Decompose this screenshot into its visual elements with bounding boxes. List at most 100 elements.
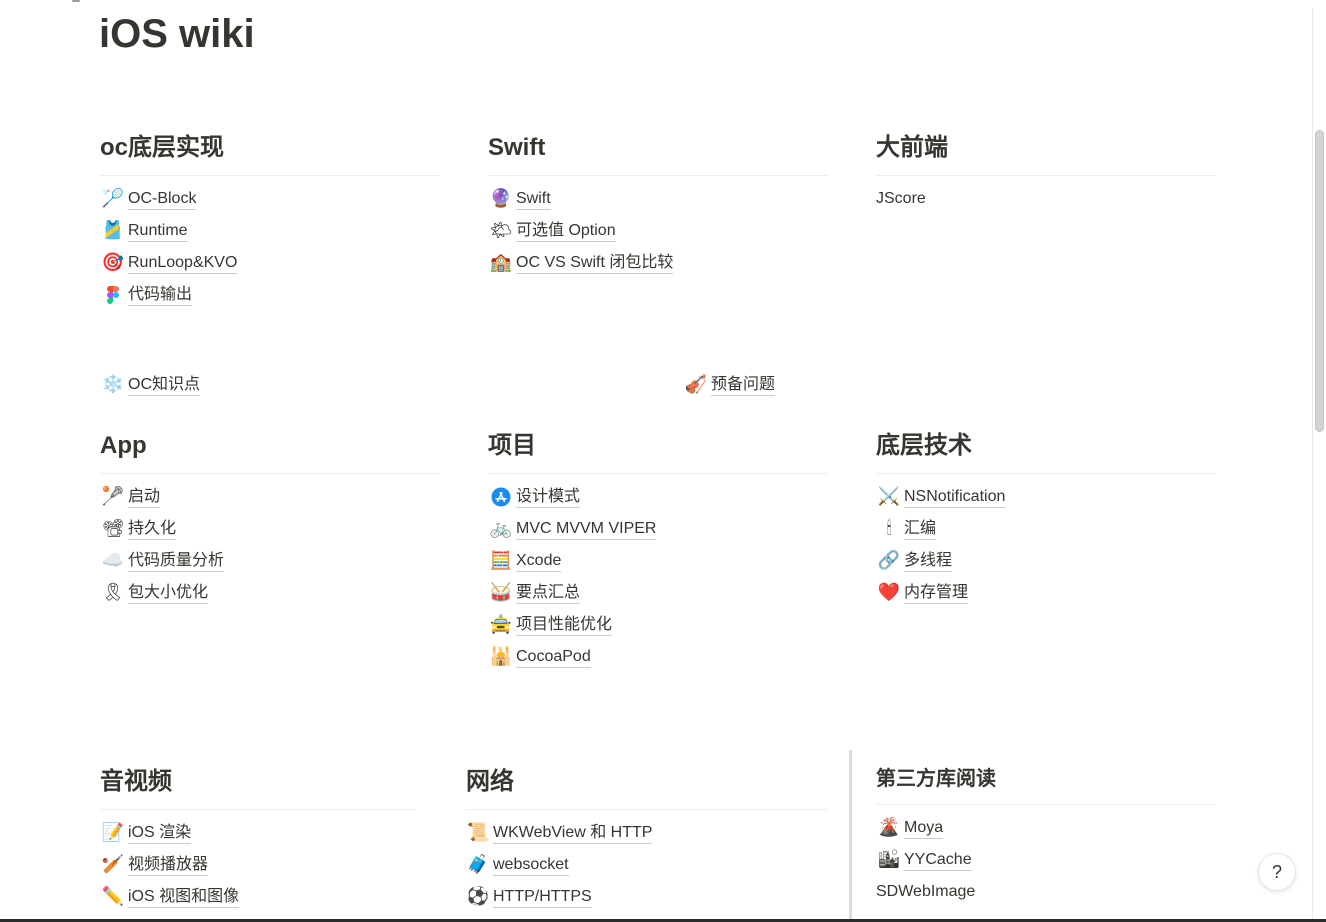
- page-link-cocoapod[interactable]: 🕌 CocoaPod: [488, 641, 591, 673]
- page-link-multithreading[interactable]: 🔗 多线程: [876, 545, 953, 577]
- page-link-assembly[interactable]: 🕯 汇编: [876, 513, 937, 545]
- page-link-mvc-mvvm-viper[interactable]: 🚲 MVC MVVM VIPER: [488, 513, 657, 545]
- section-heading-swift: Swift: [488, 134, 546, 161]
- figma-icon: [101, 283, 125, 307]
- page-link-label: OC知识点: [128, 375, 201, 396]
- luggage-icon: 🧳: [466, 854, 490, 875]
- page-link-launch[interactable]: 🥍 启动: [100, 481, 161, 513]
- app-store-icon: [489, 485, 513, 509]
- page-link-label: 设计模式: [516, 487, 581, 508]
- page-link-design-patterns[interactable]: 设计模式: [488, 481, 581, 513]
- page-link-label: HTTP/HTTPS: [493, 887, 592, 908]
- soccer-ball-icon: ⚽: [466, 886, 490, 907]
- section-heading-project: 项目: [488, 432, 536, 459]
- page-link-prep-questions[interactable]: 🎻 预备问题: [683, 369, 776, 401]
- page-link-websocket[interactable]: 🧳 websocket: [465, 849, 569, 881]
- page-link-xcode[interactable]: 🧮 Xcode: [488, 545, 562, 577]
- column-resize-handle[interactable]: [849, 750, 852, 919]
- section-divider: [466, 809, 828, 810]
- section-heading-network: 网络: [466, 768, 514, 795]
- section-heading-frontend: 大前端: [876, 134, 948, 161]
- page-link-label: Moya: [904, 818, 944, 839]
- page-link-package-size[interactable]: 🎗 包大小优化: [100, 577, 209, 609]
- page-link-label: 汇编: [904, 519, 937, 540]
- page-link-label: YYCache: [904, 850, 972, 871]
- page-link-oc-knowledge[interactable]: ❄️ OC知识点: [100, 369, 201, 401]
- page-link-http-https[interactable]: ⚽ HTTP/HTTPS: [465, 881, 592, 913]
- page-link-label: 内存管理: [904, 583, 969, 604]
- page-link-label: 项目性能优化: [516, 615, 613, 636]
- section-divider: [100, 175, 440, 176]
- page-link-label: 多线程: [904, 551, 953, 572]
- page-link-oc-block[interactable]: 🏸 OC-Block: [100, 183, 197, 215]
- page-link-runtime[interactable]: 🎽 Runtime: [100, 215, 188, 247]
- page-link-moya[interactable]: 🌋 Moya: [876, 812, 944, 844]
- help-button[interactable]: ?: [1258, 853, 1296, 891]
- section-divider: [100, 473, 440, 474]
- page-link-view-image[interactable]: ✏️ iOS 视图和图像: [100, 881, 240, 913]
- volcano-icon: 🌋: [877, 817, 901, 838]
- heart-icon: ❤️: [877, 582, 901, 603]
- page-link-performance[interactable]: 🚖 项目性能优化: [488, 609, 613, 641]
- page-link-optional[interactable]: 🌤 可选值 Option: [488, 215, 616, 247]
- candle-icon: 🕯: [886, 518, 892, 539]
- page-link-nsnotification[interactable]: ⚔️ NSNotification: [876, 481, 1006, 513]
- page-link-swift[interactable]: 🔮 Swift: [488, 183, 551, 215]
- page-link-closure-compare[interactable]: 🏫 OC VS Swift 闭包比较: [488, 247, 674, 279]
- drum-icon: 🥁: [489, 582, 513, 603]
- text-jscore: JScore: [876, 183, 926, 215]
- page-link-yycache[interactable]: 🏙 YYCache: [876, 844, 972, 876]
- mosque-icon: 🕌: [489, 646, 513, 667]
- section-heading-oc: oc底层实现: [100, 134, 225, 161]
- text-label: JScore: [876, 190, 926, 207]
- page-link-ios-render[interactable]: 📝 iOS 渲染: [100, 817, 192, 849]
- page-link-label: MVC MVVM VIPER: [516, 519, 657, 540]
- page-link-label: 视频播放器: [128, 855, 209, 876]
- taxi-icon: 🚖: [489, 614, 513, 635]
- section-heading-third-party: 第三方库阅读: [876, 768, 996, 790]
- badminton-icon: 🏸: [101, 188, 125, 209]
- page-link-video-player[interactable]: 🏏 视频播放器: [100, 849, 209, 881]
- memo-icon: 📝: [101, 822, 125, 843]
- page-link-label: Swift: [516, 189, 551, 210]
- page-link-wkwebview[interactable]: 📜 WKWebView 和 HTTP: [465, 817, 653, 849]
- scroll-icon: 📜: [466, 822, 490, 843]
- film-projector-icon: 📽: [101, 518, 125, 539]
- page-link-label: Runtime: [128, 221, 188, 242]
- page-link-label: websocket: [493, 855, 569, 876]
- page-link-label: 可选值 Option: [516, 221, 616, 242]
- page-link-label: iOS 视图和图像: [128, 887, 240, 908]
- page-link-persistence[interactable]: 📽 持久化: [100, 513, 177, 545]
- pencil-icon: ✏️: [101, 886, 125, 907]
- page-link-label: Xcode: [516, 551, 562, 572]
- page-link-label: CocoaPod: [516, 647, 591, 668]
- crystal-ball-icon: 🔮: [489, 188, 513, 209]
- section-divider: [488, 473, 828, 474]
- crossed-swords-icon: ⚔️: [877, 486, 901, 507]
- page-title: iOS wiki: [99, 12, 255, 56]
- link-icon: 🔗: [877, 550, 901, 571]
- page-link-label: NSNotification: [904, 487, 1006, 508]
- reminder-ribbon-icon: 🎗: [101, 582, 125, 603]
- target-icon: 🎯: [101, 252, 125, 273]
- page-link-key-points[interactable]: 🥁 要点汇总: [488, 577, 581, 609]
- cricket-icon: 🏏: [101, 854, 125, 875]
- text-label: SDWebImage: [876, 883, 976, 900]
- scrollbar-thumb[interactable]: [1315, 130, 1324, 432]
- page-link-label: OC VS Swift 闭包比较: [516, 253, 674, 274]
- text-sdwebimage: SDWebImage: [876, 876, 975, 908]
- bicycle-icon: 🚲: [489, 518, 513, 539]
- section-heading-av: 音视频: [100, 768, 172, 795]
- page-link-code-quality[interactable]: ☁️ 代码质量分析: [100, 545, 225, 577]
- section-heading-low-level: 底层技术: [876, 432, 972, 459]
- cityscape-icon: 🏙: [877, 849, 901, 870]
- page-link-memory[interactable]: ❤️ 内存管理: [876, 577, 969, 609]
- page-link-runloop-kvo[interactable]: 🎯 RunLoop&KVO: [100, 247, 238, 279]
- violin-icon: 🎻: [684, 374, 708, 395]
- page-link-label: 启动: [128, 487, 161, 508]
- section-divider: [876, 473, 1216, 474]
- page-link-code-output[interactable]: 代码输出: [100, 279, 193, 311]
- abacus-icon: 🧮: [489, 550, 513, 571]
- page-link-label: 包大小优化: [128, 583, 209, 604]
- sun-behind-cloud-icon: 🌤: [489, 220, 513, 241]
